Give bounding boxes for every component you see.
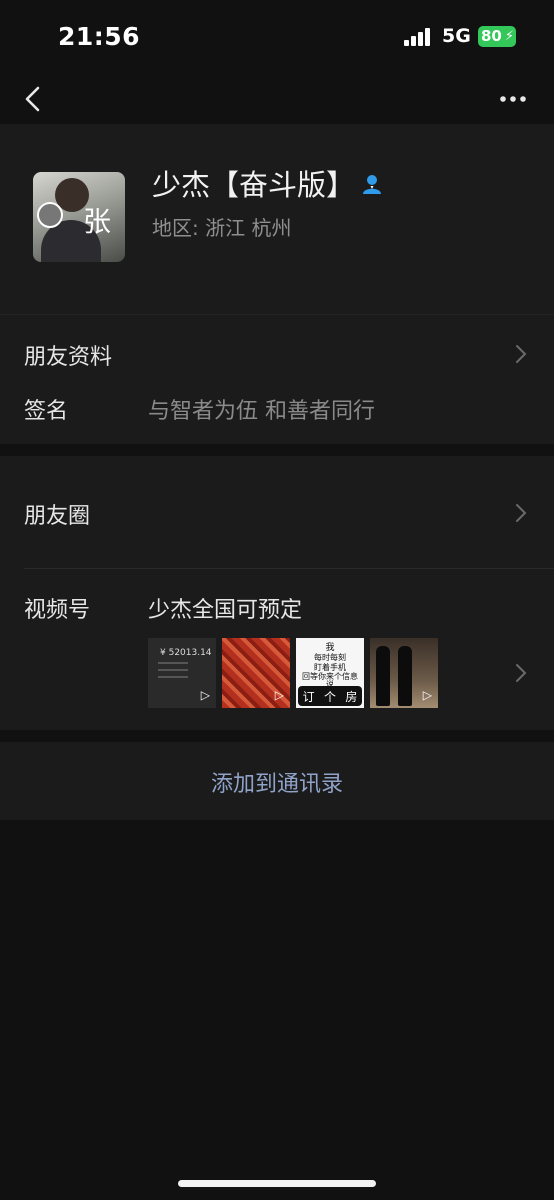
media-section: 朋友圈 视频号 少杰全国可预定 ¥ 52013.14 ▷ ▷ 我 每时每刻 盯着… [0,456,554,730]
divider [24,568,554,569]
friend-info-row[interactable]: 朋友资料 [24,339,112,371]
channel-thumbnail-3[interactable]: 我 每时每刻 盯着手机 回等你来个信息 说 订 个 房 [296,638,364,708]
signature-value: 与智者为伍 和善者同行 [148,399,375,424]
thumbnail-figure [398,646,412,706]
channels-value[interactable]: 少杰全国可预定 [148,592,302,624]
thumbnail-bar-char: 个 [323,689,336,704]
signal-icon [404,28,434,46]
chevron-right-icon [516,345,527,363]
chevron-left-icon[interactable] [18,82,52,116]
thumbnail-bar: 订 个 房 [298,686,362,706]
charging-icon: ⚡ [504,29,514,44]
battery-level: 80 [481,27,502,45]
profile-name: 少杰【奋斗版】 [152,168,356,202]
thumbnail-figure [376,646,390,706]
section-gap [0,444,554,456]
thumbnail-bar-char: 房 [345,689,358,704]
add-contact-button[interactable]: 添加到通讯录 [0,766,554,798]
battery-icon: 80 ⚡ [478,26,516,47]
person-verified-icon [363,175,381,194]
chevron-right-icon [516,504,527,522]
channel-thumbnail-1[interactable]: ¥ 52013.14 ▷ [148,638,216,708]
thumbnail-price: ¥ 52013.14 [160,648,212,658]
play-icon: ▷ [422,688,432,702]
section-gap [0,730,554,742]
channel-thumbnail-4[interactable]: ▷ [370,638,438,708]
avatar-ring [37,202,63,228]
thumbnail-lines [158,662,188,683]
network-type: 5G [442,25,471,47]
nav-bar [0,74,554,124]
channel-thumbnail-2[interactable]: ▷ [222,638,290,708]
profile-region: 地区: 浙江 杭州 [152,216,292,240]
avatar[interactable]: 张 [33,172,125,262]
thumbnail-bar-char: 订 [302,689,315,704]
signature-label: 签名 [24,399,69,424]
status-bar: 21:56 5G 80 ⚡ [0,0,554,74]
avatar-char: 张 [82,205,111,238]
profile-header: 张 少杰【奋斗版】 地区: 浙江 杭州 [0,124,554,314]
status-time: 21:56 [58,22,141,51]
channels-label: 视频号 [24,598,91,623]
info-section: 朋友资料 签名 与智者为伍 和善者同行 [0,314,554,444]
more-horizontal-icon[interactable] [496,82,530,116]
moments-row[interactable]: 朋友圈 [24,498,90,530]
chevron-right-icon [516,664,527,682]
play-icon: ▷ [274,688,284,702]
play-icon: ▷ [200,688,210,702]
add-contact-section: 添加到通讯录 [0,742,554,820]
home-indicator[interactable] [178,1180,376,1187]
